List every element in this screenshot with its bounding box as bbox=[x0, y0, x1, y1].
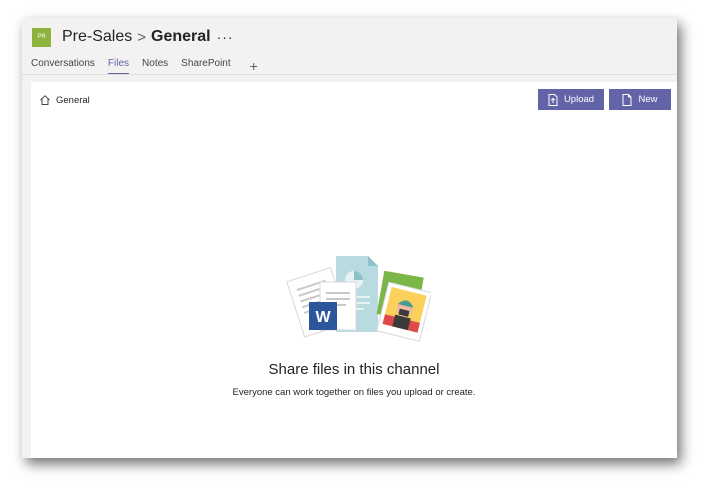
home-icon[interactable] bbox=[39, 94, 51, 106]
empty-state-subtitle: Everyone can work together on files you … bbox=[232, 387, 476, 398]
tab-conversations[interactable]: Conversations bbox=[31, 58, 95, 74]
upload-button[interactable]: Upload bbox=[538, 89, 604, 110]
channel-name: General bbox=[151, 28, 211, 45]
files-panel: General Upload New W Share files in this… bbox=[31, 82, 677, 458]
tab-sharepoint[interactable]: SharePoint bbox=[181, 58, 230, 74]
breadcrumb-general[interactable]: General bbox=[56, 95, 90, 106]
new-label: New bbox=[638, 94, 658, 105]
svg-text:W: W bbox=[315, 309, 331, 326]
teams-window: PR Pre-Sales > General ··· Conversations… bbox=[22, 18, 677, 458]
tab-files[interactable]: Files bbox=[107, 58, 130, 75]
empty-state-title: Share files in this channel bbox=[268, 361, 440, 378]
tab-notes[interactable]: Notes bbox=[142, 58, 168, 74]
upload-icon bbox=[548, 93, 558, 106]
team-avatar[interactable]: PR bbox=[32, 28, 51, 47]
channel-header: PR Pre-Sales > General ··· Conversations… bbox=[22, 18, 677, 76]
more-options-icon[interactable]: ··· bbox=[217, 29, 234, 45]
header-divider bbox=[22, 74, 677, 75]
files-illustration: W bbox=[286, 256, 431, 342]
breadcrumb: General bbox=[39, 94, 90, 106]
channel-title: Pre-Sales > General ··· bbox=[62, 26, 234, 48]
add-tab-icon[interactable]: + bbox=[250, 59, 258, 73]
chevron-right-icon: > bbox=[137, 28, 147, 46]
new-file-icon bbox=[622, 93, 632, 106]
tab-bar: Conversations Files Notes SharePoint + bbox=[31, 58, 258, 75]
upload-label: Upload bbox=[563, 94, 595, 105]
team-name[interactable]: Pre-Sales bbox=[62, 28, 132, 46]
new-button[interactable]: New bbox=[609, 89, 671, 110]
